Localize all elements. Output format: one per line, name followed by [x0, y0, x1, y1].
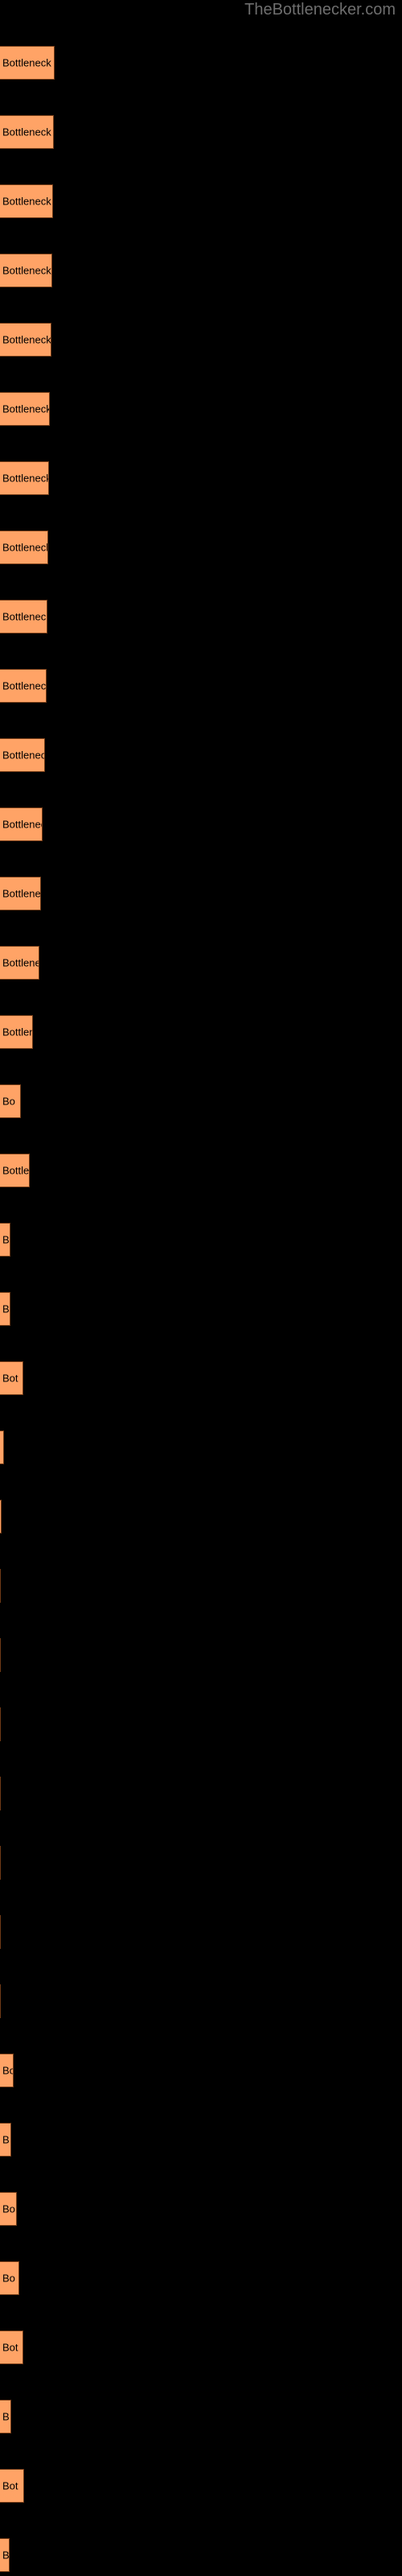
bar[interactable]: [0, 1638, 1, 1672]
bar-label: Bottleneck result: [2, 333, 51, 346]
bar[interactable]: Bottleneck result: [0, 323, 51, 357]
bar[interactable]: Bottleneck res: [0, 392, 50, 426]
bar[interactable]: Bottleneck result: [0, 530, 48, 564]
bar[interactable]: Bottle: [0, 1154, 30, 1187]
bar-label: Bottleneck r: [2, 818, 42, 831]
bar[interactable]: [0, 1846, 1, 1880]
bar-label: Bottle: [2, 1164, 30, 1177]
bar-label: Bottlene: [2, 1026, 32, 1038]
bar[interactable]: Bottleneck r: [0, 946, 39, 980]
bar[interactable]: B: [0, 2400, 11, 2434]
bottleneck-bar-chart: TheBottlenecker.com Bottleneck resultBot…: [0, 0, 402, 2576]
bar[interactable]: [0, 1984, 1, 2018]
bar-label: Bottleneck result: [2, 264, 51, 277]
bar-label: Bottleneck result: [2, 472, 49, 485]
bar-label: Bo: [2, 2272, 15, 2285]
bar[interactable]: Bottleneck r: [0, 807, 43, 841]
bar[interactable]: Bottleneck res: [0, 669, 47, 703]
bar-label: Bottleneck re: [2, 749, 44, 762]
bar[interactable]: Bottleneck result: [0, 254, 52, 287]
bar[interactable]: Bot: [0, 2330, 23, 2364]
bar[interactable]: Bottleneck re: [0, 877, 41, 910]
bar-label: Bottleneck r: [2, 956, 39, 969]
bar[interactable]: B: [0, 1223, 10, 1257]
bar[interactable]: B: [0, 1292, 10, 1326]
bar-label: Bot: [2, 2479, 18, 2492]
bar-label: B: [2, 2133, 10, 2146]
bar[interactable]: Bottlene: [0, 1015, 33, 1049]
bar-label: Bottleneck res: [2, 402, 50, 415]
bar-label: Bottleneck res: [2, 679, 47, 692]
bar[interactable]: Bot: [0, 2469, 24, 2503]
bar-label: Bot: [2, 2341, 18, 2354]
bar[interactable]: Bottleneck re: [0, 738, 45, 772]
bar-label: B: [2, 1233, 10, 1246]
bar-label: Bo: [2, 2064, 13, 2077]
bar-label: Bo: [2, 2202, 15, 2215]
bar[interactable]: [0, 1915, 1, 1949]
bar[interactable]: Bo: [0, 2192, 17, 2226]
bar-label: Bottleneck res: [2, 610, 47, 623]
bar-series: Bottleneck result Bottleneck result Bottle…: [0, 0, 402, 2576]
bar-label: Bottleneck result: [2, 126, 53, 138]
bar[interactable]: [0, 1707, 1, 1741]
bar[interactable]: Bottleneck result: [0, 115, 54, 149]
bar[interactable]: Bo: [0, 1084, 21, 1118]
bar-label: B: [2, 2549, 10, 2562]
bar[interactable]: Bottleneck result: [0, 46, 55, 80]
bar-label: B: [2, 2410, 10, 2423]
bar-label: Bottleneck result: [2, 541, 48, 554]
bar[interactable]: Bottleneck result: [0, 461, 49, 495]
bar-label: Bottleneck result: [2, 56, 54, 69]
bar[interactable]: [0, 1430, 4, 1464]
bar-label: B: [2, 1302, 10, 1315]
bar[interactable]: Bot: [0, 1361, 23, 1395]
bar[interactable]: [0, 1569, 1, 1603]
bar[interactable]: B: [0, 2123, 11, 2157]
bar-label: Bottleneck re: [2, 887, 41, 900]
bar[interactable]: Bottleneck res: [0, 600, 47, 634]
bar-label: Bottleneck result: [2, 195, 52, 208]
bar[interactable]: Bo: [0, 2054, 14, 2087]
bar-label: Bo: [2, 1095, 15, 1108]
bar[interactable]: Bottleneck result: [0, 184, 53, 218]
bar[interactable]: [0, 1777, 1, 1810]
bar[interactable]: Bo: [0, 2261, 19, 2295]
bar[interactable]: [0, 1500, 2, 1534]
bar[interactable]: B: [0, 2538, 10, 2572]
bar-label: Bot: [2, 1372, 18, 1385]
